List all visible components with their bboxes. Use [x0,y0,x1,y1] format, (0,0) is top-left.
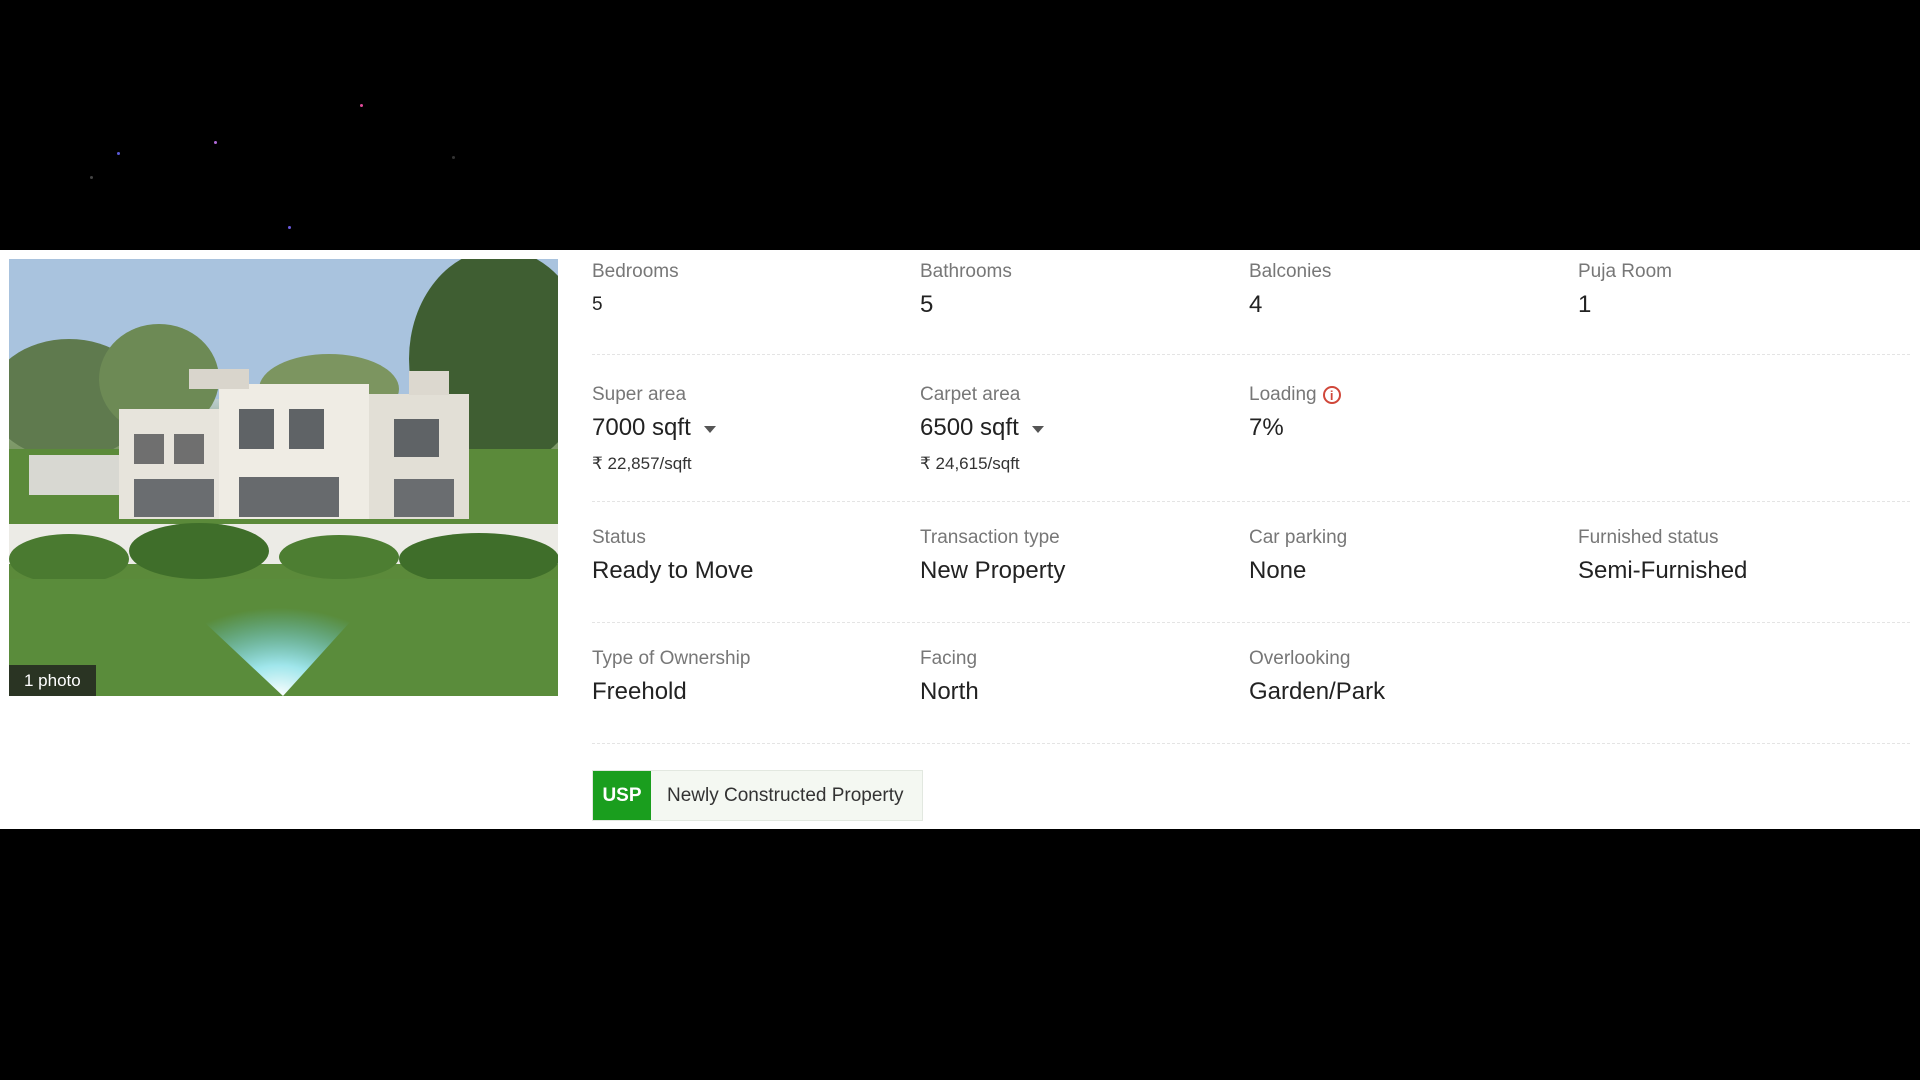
super-area-price-per-sqft: ₹ 22,857/sqft [592,454,692,473]
star-dot [288,226,291,229]
star-dot [90,176,93,179]
usp-badge: USP [593,771,651,820]
balconies-value: 4 [1249,291,1263,318]
status-cell: Status Ready to Move [592,526,912,586]
car-parking-value: None [1249,557,1307,584]
carpet-area-value: 6500 sqft [920,414,1019,441]
puja-room-label: Puja Room [1578,261,1672,282]
overlooking-value: Garden/Park [1249,678,1386,705]
furnished-status-cell: Furnished status Semi-Furnished [1578,526,1898,586]
puja-room-cell: Puja Room 1 [1578,260,1898,320]
balconies-cell: Balconies 4 [1249,260,1569,320]
overlooking-cell: Overlooking Garden/Park [1249,647,1569,707]
star-dot [214,141,217,144]
star-dot [452,156,455,159]
bedrooms-label: Bedrooms [592,261,679,282]
bathrooms-value: 5 [920,291,934,318]
carpet-area-cell: Carpet area 6500 sqft ₹ 24,615/sqft [920,383,1240,475]
house-image [9,259,558,696]
status-value: Ready to Move [592,557,754,584]
loading-label-row: Loading i [1249,383,1569,407]
bathrooms-label: Bathrooms [920,261,1012,282]
puja-room-value: 1 [1578,291,1592,318]
facing-cell: Facing North [920,647,1240,707]
top-dark-band [0,0,1920,250]
furnished-status-label: Furnished status [1578,527,1719,548]
facing-label: Facing [920,648,978,669]
caret-down-icon[interactable] [1031,426,1044,433]
car-parking-label: Car parking [1249,527,1348,548]
overlooking-label: Overlooking [1249,648,1351,669]
details-row-rooms: Bedrooms 5 Bathrooms 5 Balconies 4 Puja … [592,250,1910,355]
photo-count-badge[interactable]: 1 photo [9,665,96,696]
star-dot [117,152,120,155]
super-area-value: 7000 sqft [592,414,691,441]
info-icon[interactable]: i [1322,386,1341,404]
carpet-area-price-per-sqft: ₹ 24,615/sqft [920,454,1020,473]
transaction-type-cell: Transaction type New Property [920,526,1240,586]
details-row-area: Super area 7000 sqft ₹ 22,857/sqft Carpe… [592,355,1910,502]
star-dot [360,104,363,107]
usp-text: Newly Constructed Property [667,784,904,806]
balconies-label: Balconies [1249,261,1332,282]
details-row-ownership: Type of Ownership Freehold Facing North … [592,623,1910,744]
details-row-status: Status Ready to Move Transaction type Ne… [592,502,1910,623]
furnished-status-value: Semi-Furnished [1578,557,1748,584]
loading-label: Loading [1249,384,1317,405]
property-photo[interactable]: 1 photo [9,259,558,696]
super-area-label: Super area [592,384,687,405]
usp-tag: USP Newly Constructed Property [592,770,923,821]
bedrooms-cell: Bedrooms 5 [592,260,912,320]
ownership-label: Type of Ownership [592,648,751,669]
carpet-area-label: Carpet area [920,384,1021,405]
ownership-cell: Type of Ownership Freehold [592,647,912,707]
caret-down-icon[interactable] [703,426,716,433]
property-details-panel: 1 photo Bedrooms 5 Bathrooms 5 Balconies… [0,250,1920,829]
details-grid: Bedrooms 5 Bathrooms 5 Balconies 4 Puja … [592,250,1910,821]
bathrooms-cell: Bathrooms 5 [920,260,1240,320]
car-parking-cell: Car parking None [1249,526,1569,586]
carpet-area-dropdown[interactable]: 6500 sqft [920,413,1240,443]
loading-value: 7% [1249,414,1284,441]
bedrooms-value: 5 [592,294,603,315]
super-area-cell: Super area 7000 sqft ₹ 22,857/sqft [592,383,912,475]
facing-value: North [920,678,979,705]
transaction-type-value: New Property [920,557,1066,584]
loading-cell: Loading i 7% [1249,383,1569,443]
status-label: Status [592,527,646,548]
transaction-type-label: Transaction type [920,527,1060,548]
super-area-dropdown[interactable]: 7000 sqft [592,413,912,443]
ownership-value: Freehold [592,678,687,705]
